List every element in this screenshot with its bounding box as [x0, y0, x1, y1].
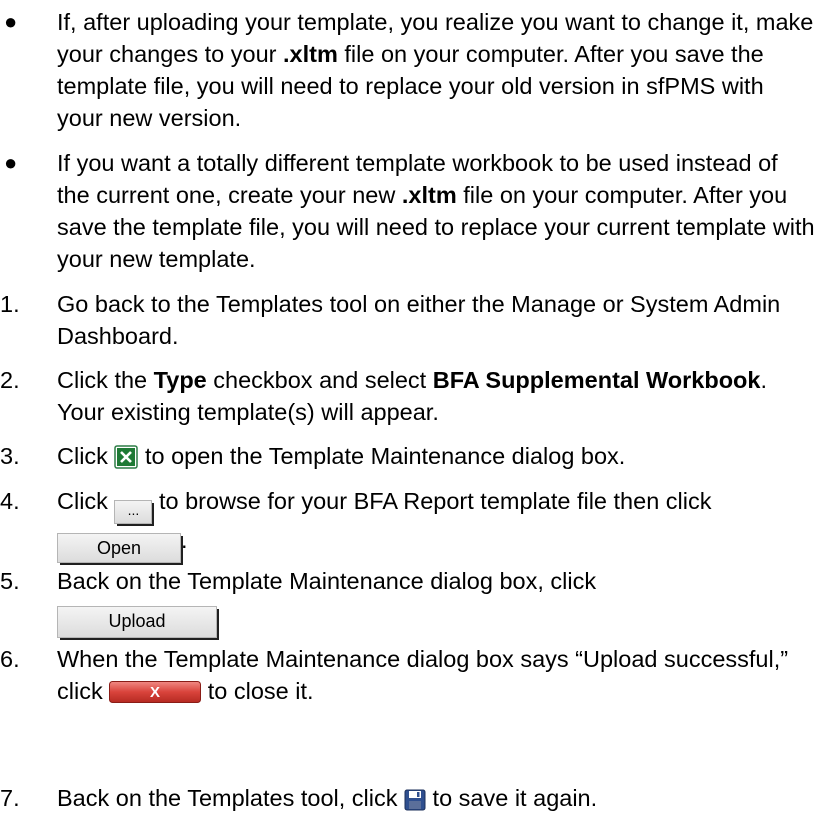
step-text-part: Back on the Template Maintenance dialog …	[57, 568, 597, 594]
step-text: Go back to the Templates tool on either …	[57, 291, 781, 349]
file-extension: .xltm	[283, 41, 338, 67]
step-6: 6. When the Template Maintenance dialog …	[0, 643, 815, 711]
step-text-part: Click	[57, 488, 115, 514]
file-extension: .xltm	[401, 182, 457, 208]
step-text-part: Click the	[57, 367, 154, 393]
bullet-marker: ●	[4, 150, 18, 175]
browse-button[interactable]: ...	[114, 500, 155, 526]
step-number: 3.	[0, 443, 20, 469]
step-text-part: Back on the Templates tool, click	[57, 785, 405, 811]
close-button-label: X	[150, 684, 160, 701]
bullet-text: If you want a totally different template…	[57, 147, 815, 275]
bullet-text: If, after uploading your template, you r…	[57, 6, 815, 134]
step-number: 2.	[0, 367, 20, 393]
excel-icon[interactable]	[114, 445, 139, 477]
close-icon[interactable]: X	[109, 679, 202, 711]
step-text: Click the Type checkbox and select BFA S…	[57, 364, 815, 428]
step-number: 5.	[0, 568, 20, 594]
type-checkbox-label: Type	[153, 367, 207, 393]
step-number: 4.	[0, 488, 20, 514]
step-2: 2. Click the Type checkbox and select BF…	[0, 364, 815, 428]
step-text-part: to save it again.	[426, 785, 598, 811]
step-text: Click to open the Template Maintenance d…	[57, 440, 815, 477]
upload-button[interactable]: Upload	[57, 606, 219, 640]
bullet-item-different-template: ● If you want a totally different templa…	[0, 147, 815, 275]
step-text-part: checkbox and select	[206, 367, 433, 393]
bullet-marker: ●	[4, 9, 18, 34]
step-4: 4. Click ... to browse for your BFA Repo…	[0, 485, 815, 565]
step-text-part: to open the Template Maintenance dialog …	[138, 443, 626, 469]
step-5: 5. Back on the Template Maintenance dial…	[0, 565, 815, 640]
step-number: 7.	[0, 785, 20, 811]
step-7: 7. Back on the Templates tool, click to …	[0, 782, 815, 819]
step-text-part: to close it.	[201, 678, 314, 704]
step-text: Click ... to browse for your BFA Report …	[57, 485, 815, 565]
step-3: 3. Click to open the Template Maintenanc…	[0, 440, 815, 477]
step-text-part: to browse for your BFA Report template f…	[152, 488, 712, 514]
instructions-document: ● If, after uploading your template, you…	[0, 0, 825, 832]
template-type-label: BFA Supplemental Workbook	[432, 367, 761, 393]
step-text: When the Template Maintenance dialog box…	[57, 643, 815, 711]
floppy-disk-icon[interactable]	[404, 787, 426, 819]
bullet-item-change-template: ● If, after uploading your template, you…	[0, 6, 815, 134]
step-text-part: Click	[57, 443, 115, 469]
step-text: Back on the Templates tool, click to sav…	[57, 782, 815, 819]
step-number: 1.	[0, 291, 20, 317]
step-text: Back on the Template Maintenance dialog …	[57, 565, 815, 640]
step-number: 6.	[0, 646, 20, 672]
step-1: 1. Go back to the Templates tool on eith…	[0, 288, 815, 352]
open-button[interactable]: Open	[57, 533, 183, 565]
